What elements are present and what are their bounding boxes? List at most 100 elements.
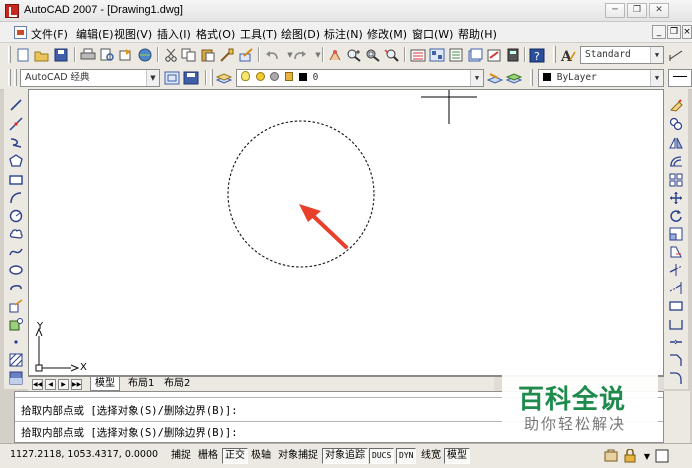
scale-icon[interactable] xyxy=(668,226,684,242)
join-icon[interactable] xyxy=(668,334,684,350)
point-icon[interactable] xyxy=(8,334,24,350)
gradient-icon[interactable] xyxy=(8,370,24,386)
selected-circle[interactable] xyxy=(227,120,375,268)
otrack-toggle[interactable]: 对象追踪 xyxy=(322,448,368,464)
quickcalc-icon[interactable] xyxy=(505,47,521,63)
construction-line-icon[interactable] xyxy=(8,116,24,132)
help-icon[interactable]: ? xyxy=(529,47,545,63)
command-scrollbar[interactable] xyxy=(664,391,690,443)
properties-icon[interactable] xyxy=(410,47,426,63)
menu-format[interactable]: 格式(O) xyxy=(196,26,235,42)
snap-toggle[interactable]: 捕捉 xyxy=(168,448,194,464)
ellipse-arc-icon[interactable] xyxy=(8,280,24,296)
copy-icon[interactable] xyxy=(181,47,197,63)
osnap-toggle[interactable]: 对象捕捉 xyxy=(275,448,321,464)
tool-palettes-icon[interactable] xyxy=(448,47,464,63)
restore-button[interactable]: ❐ xyxy=(627,3,647,18)
dimension-style-icon[interactable] xyxy=(668,47,684,63)
menu-insert[interactable]: 插入(I) xyxy=(157,26,191,42)
dyn-toggle[interactable]: DYN xyxy=(396,448,417,464)
markup-set-manager-icon[interactable] xyxy=(486,47,502,63)
etransmit-icon[interactable] xyxy=(137,47,153,63)
make-object-layer-current-icon[interactable] xyxy=(487,70,503,86)
undo-icon[interactable] xyxy=(264,47,280,63)
text-style-select[interactable]: Standard ▼ xyxy=(580,46,664,64)
menu-dimension[interactable]: 标注(N) xyxy=(324,26,363,42)
last-tab-button[interactable]: ▶▶ xyxy=(71,379,82,390)
menu-help[interactable]: 帮助(H) xyxy=(458,26,497,42)
workspace-select[interactable]: AutoCAD 经典 ▼ xyxy=(20,69,160,87)
zoom-realtime-icon[interactable] xyxy=(346,47,362,63)
doc-minimize-button[interactable]: _ xyxy=(652,25,666,39)
make-block-icon[interactable] xyxy=(8,316,24,332)
ellipse-icon[interactable] xyxy=(8,262,24,278)
lineweight-toggle[interactable]: 线宽 xyxy=(418,448,444,464)
next-tab-button[interactable]: ▶ xyxy=(58,379,69,390)
first-tab-button[interactable]: ◀◀ xyxy=(32,379,43,390)
cut-icon[interactable] xyxy=(163,47,179,63)
tab-layout2[interactable]: 布局2 xyxy=(160,377,194,391)
plot-preview-icon[interactable] xyxy=(99,47,115,63)
menu-file[interactable]: 文件(F) xyxy=(31,26,68,42)
grid-toggle[interactable]: 栅格 xyxy=(195,448,221,464)
toolbar-grip[interactable] xyxy=(8,46,11,63)
command-prompt-line[interactable]: 拾取内部点或 [选择对象(S)/删除边界(B)]: xyxy=(21,425,238,440)
block-editor-icon[interactable] xyxy=(238,47,254,63)
workspace-settings-icon[interactable] xyxy=(164,70,180,86)
stretch-icon[interactable] xyxy=(668,244,684,260)
paste-icon[interactable] xyxy=(200,47,216,63)
save-workspace-icon[interactable] xyxy=(183,70,199,86)
ducs-toggle[interactable]: DUCS xyxy=(369,448,395,464)
layer-properties-icon[interactable] xyxy=(216,70,232,86)
tab-layout1[interactable]: 布局1 xyxy=(124,377,158,391)
menu-modify[interactable]: 修改(M) xyxy=(367,26,407,42)
chamfer-icon[interactable] xyxy=(668,352,684,368)
arc-icon[interactable] xyxy=(8,190,24,206)
menu-view[interactable]: 视图(V) xyxy=(114,26,152,42)
copy-object-icon[interactable] xyxy=(668,116,684,132)
drawing-canvas[interactable]: Y X xyxy=(28,89,664,376)
new-file-icon[interactable] xyxy=(15,47,31,63)
lock-toolbar-icon[interactable] xyxy=(622,448,638,464)
offset-icon[interactable] xyxy=(668,153,684,169)
publish-icon[interactable] xyxy=(118,47,134,63)
tab-model[interactable]: 模型 xyxy=(90,377,120,391)
polar-toggle[interactable]: 极轴 xyxy=(248,448,274,464)
zoom-previous-icon[interactable] xyxy=(384,47,400,63)
communication-center-icon[interactable] xyxy=(604,448,620,464)
hatch-icon[interactable] xyxy=(8,352,24,368)
redo-icon[interactable] xyxy=(292,47,308,63)
model-toggle[interactable]: 模型 xyxy=(444,448,470,464)
erase-icon[interactable] xyxy=(668,97,684,113)
mirror-icon[interactable] xyxy=(668,135,684,151)
design-center-icon[interactable] xyxy=(429,47,445,63)
prev-tab-button[interactable]: ◀ xyxy=(45,379,56,390)
layer-previous-icon[interactable] xyxy=(506,70,522,86)
array-icon[interactable] xyxy=(668,172,684,188)
doc-close-button[interactable]: × xyxy=(682,25,692,39)
save-icon[interactable] xyxy=(53,47,69,63)
revision-cloud-icon[interactable] xyxy=(8,226,24,242)
doc-restore-button[interactable]: ❐ xyxy=(667,25,681,39)
text-style-icon[interactable]: A xyxy=(560,47,576,63)
circle-icon[interactable] xyxy=(8,208,24,224)
match-properties-icon[interactable] xyxy=(219,47,235,63)
spline-icon[interactable] xyxy=(8,244,24,260)
menu-tools[interactable]: 工具(T) xyxy=(240,26,277,42)
clean-screen-icon[interactable] xyxy=(654,448,670,464)
print-icon[interactable] xyxy=(80,47,96,63)
polygon-icon[interactable] xyxy=(8,153,24,169)
rotate-icon[interactable] xyxy=(668,208,684,224)
pan-realtime-icon[interactable] xyxy=(327,47,343,63)
menu-window[interactable]: 窗口(W) xyxy=(412,26,453,42)
break-at-point-icon[interactable] xyxy=(668,298,684,314)
trim-icon[interactable] xyxy=(668,262,684,278)
layer-select[interactable]: 0 ▼ xyxy=(236,69,484,87)
break-icon[interactable] xyxy=(668,316,684,332)
insert-block-icon[interactable] xyxy=(8,298,24,314)
linetype-select[interactable] xyxy=(668,69,692,87)
open-folder-icon[interactable] xyxy=(34,47,50,63)
minimize-button[interactable]: ─ xyxy=(605,3,625,18)
menu-edit[interactable]: 编辑(E) xyxy=(76,26,114,42)
fillet-icon[interactable] xyxy=(668,370,684,386)
